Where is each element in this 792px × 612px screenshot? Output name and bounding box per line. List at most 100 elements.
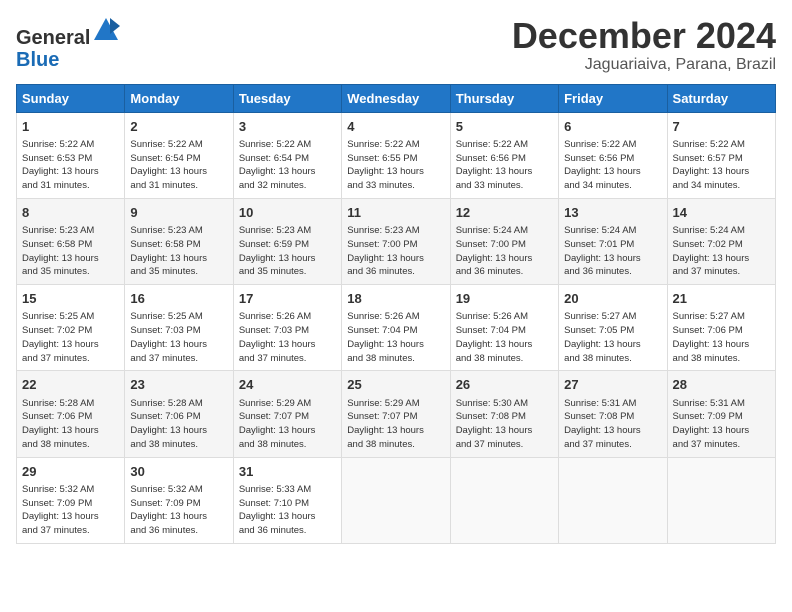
day-number: 24 <box>239 376 336 394</box>
day-cell: 28Sunrise: 5:31 AMSunset: 7:09 PMDayligh… <box>667 371 775 457</box>
day-number: 23 <box>130 376 227 394</box>
day-cell: 9 Sunrise: 5:23 AMSunset: 6:58 PMDaylight… <box>125 198 233 284</box>
day-cell: 12Sunrise: 5:24 AMSunset: 7:00 PMDayligh… <box>450 198 558 284</box>
day-cell: 30Sunrise: 5:32 AMSunset: 7:09 PMDayligh… <box>125 457 233 543</box>
day-number: 7 <box>673 118 770 136</box>
day-info: Sunrise: 5:25 AMSunset: 7:02 PMDaylight:… <box>22 310 119 365</box>
day-info: Sunrise: 5:22 AMSunset: 6:56 PMDaylight:… <box>564 138 661 193</box>
day-cell <box>559 457 667 543</box>
day-cell: 19 Sunrise: 5:26 AMSunset: 7:04 PMDayligh… <box>450 285 558 371</box>
day-number: 2 <box>130 118 227 136</box>
logo: General Blue <box>16 16 120 71</box>
day-cell: 21 Sunrise: 5:27 AMSunset: 7:06 PMDayligh… <box>667 285 775 371</box>
day-number: 11 <box>347 204 444 222</box>
day-info: Sunrise: 5:26 AMSunset: 7:03 PMDaylight:… <box>239 310 336 365</box>
day-number: 10 <box>239 204 336 222</box>
header-day-saturday: Saturday <box>667 84 775 112</box>
header-day-sunday: Sunday <box>17 84 125 112</box>
day-info: Sunrise: 5:26 AMSunset: 7:04 PMDaylight:… <box>456 310 553 365</box>
header-day-thursday: Thursday <box>450 84 558 112</box>
day-info: Sunrise: 5:28 AMSunset: 7:06 PMDaylight:… <box>130 397 227 452</box>
day-number: 5 <box>456 118 553 136</box>
day-cell: 10 Sunrise: 5:23 AMSunset: 6:59 PMDayligh… <box>233 198 341 284</box>
day-cell: 18 Sunrise: 5:26 AMSunset: 7:04 PMDayligh… <box>342 285 450 371</box>
header-day-tuesday: Tuesday <box>233 84 341 112</box>
calendar-table: SundayMondayTuesdayWednesdayThursdayFrid… <box>16 84 776 544</box>
day-number: 4 <box>347 118 444 136</box>
day-number: 8 <box>22 204 119 222</box>
day-number: 18 <box>347 290 444 308</box>
day-info: Sunrise: 5:27 AMSunset: 7:06 PMDaylight:… <box>673 310 770 365</box>
day-cell: 5 Sunrise: 5:22 AMSunset: 6:56 PMDaylight… <box>450 112 558 198</box>
week-row-1: 8 Sunrise: 5:23 AMSunset: 6:58 PMDaylight… <box>17 198 776 284</box>
day-info: Sunrise: 5:24 AMSunset: 7:02 PMDaylight:… <box>673 224 770 279</box>
day-info: Sunrise: 5:22 AMSunset: 6:56 PMDaylight:… <box>456 138 553 193</box>
day-info: Sunrise: 5:32 AMSunset: 7:09 PMDaylight:… <box>22 483 119 538</box>
day-info: Sunrise: 5:23 AMSunset: 6:58 PMDaylight:… <box>22 224 119 279</box>
week-row-3: 22 Sunrise: 5:28 AMSunset: 7:06 PMDayligh… <box>17 371 776 457</box>
week-row-0: 1 Sunrise: 5:22 AMSunset: 6:53 PMDaylight… <box>17 112 776 198</box>
logo-general: General <box>16 27 90 49</box>
day-number: 15 <box>22 290 119 308</box>
day-info: Sunrise: 5:22 AMSunset: 6:53 PMDaylight:… <box>22 138 119 193</box>
day-cell: 16Sunrise: 5:25 AMSunset: 7:03 PMDayligh… <box>125 285 233 371</box>
day-cell: 25Sunrise: 5:29 AMSunset: 7:07 PMDayligh… <box>342 371 450 457</box>
calendar-header-row: SundayMondayTuesdayWednesdayThursdayFrid… <box>17 84 776 112</box>
day-cell: 14 Sunrise: 5:24 AMSunset: 7:02 PMDayligh… <box>667 198 775 284</box>
day-cell <box>667 457 775 543</box>
location-title: Jaguariaiva, Parana, Brazil <box>512 56 776 74</box>
day-cell <box>450 457 558 543</box>
day-cell: 27 Sunrise: 5:31 AMSunset: 7:08 PMDayligh… <box>559 371 667 457</box>
day-cell: 15 Sunrise: 5:25 AMSunset: 7:02 PMDayligh… <box>17 285 125 371</box>
day-cell: 20 Sunrise: 5:27 AMSunset: 7:05 PMDayligh… <box>559 285 667 371</box>
day-number: 9 <box>130 204 227 222</box>
day-number: 19 <box>456 290 553 308</box>
header-day-friday: Friday <box>559 84 667 112</box>
day-info: Sunrise: 5:22 AMSunset: 6:54 PMDaylight:… <box>130 138 227 193</box>
day-info: Sunrise: 5:26 AMSunset: 7:04 PMDaylight:… <box>347 310 444 365</box>
day-info: Sunrise: 5:25 AMSunset: 7:03 PMDaylight:… <box>130 310 227 365</box>
day-cell: 22 Sunrise: 5:28 AMSunset: 7:06 PMDayligh… <box>17 371 125 457</box>
day-cell: 26 Sunrise: 5:30 AMSunset: 7:08 PMDayligh… <box>450 371 558 457</box>
day-cell: 1 Sunrise: 5:22 AMSunset: 6:53 PMDaylight… <box>17 112 125 198</box>
day-cell: 17Sunrise: 5:26 AMSunset: 7:03 PMDayligh… <box>233 285 341 371</box>
header-day-monday: Monday <box>125 84 233 112</box>
day-number: 22 <box>22 376 119 394</box>
day-cell: 24Sunrise: 5:29 AMSunset: 7:07 PMDayligh… <box>233 371 341 457</box>
day-info: Sunrise: 5:33 AMSunset: 7:10 PMDaylight:… <box>239 483 336 538</box>
day-info: Sunrise: 5:30 AMSunset: 7:08 PMDaylight:… <box>456 397 553 452</box>
day-number: 6 <box>564 118 661 136</box>
day-number: 26 <box>456 376 553 394</box>
day-info: Sunrise: 5:27 AMSunset: 7:05 PMDaylight:… <box>564 310 661 365</box>
week-row-4: 29 Sunrise: 5:32 AMSunset: 7:09 PMDayligh… <box>17 457 776 543</box>
day-info: Sunrise: 5:22 AMSunset: 6:55 PMDaylight:… <box>347 138 444 193</box>
day-number: 20 <box>564 290 661 308</box>
day-cell: 31 Sunrise: 5:33 AMSunset: 7:10 PMDayligh… <box>233 457 341 543</box>
day-cell: 7Sunrise: 5:22 AMSunset: 6:57 PMDaylight… <box>667 112 775 198</box>
day-info: Sunrise: 5:23 AMSunset: 6:59 PMDaylight:… <box>239 224 336 279</box>
day-cell: 6 Sunrise: 5:22 AMSunset: 6:56 PMDaylight… <box>559 112 667 198</box>
day-number: 21 <box>673 290 770 308</box>
day-number: 27 <box>564 376 661 394</box>
day-cell: 13Sunrise: 5:24 AMSunset: 7:01 PMDayligh… <box>559 198 667 284</box>
day-number: 3 <box>239 118 336 136</box>
day-info: Sunrise: 5:32 AMSunset: 7:09 PMDaylight:… <box>130 483 227 538</box>
logo-icon <box>92 16 120 44</box>
logo-blue: Blue <box>16 49 59 71</box>
day-cell: 4 Sunrise: 5:22 AMSunset: 6:55 PMDaylight… <box>342 112 450 198</box>
month-title: December 2024 <box>512 16 776 56</box>
day-info: Sunrise: 5:28 AMSunset: 7:06 PMDaylight:… <box>22 397 119 452</box>
day-number: 14 <box>673 204 770 222</box>
day-number: 29 <box>22 463 119 481</box>
day-info: Sunrise: 5:31 AMSunset: 7:08 PMDaylight:… <box>564 397 661 452</box>
day-number: 28 <box>673 376 770 394</box>
day-number: 1 <box>22 118 119 136</box>
day-cell: 23 Sunrise: 5:28 AMSunset: 7:06 PMDayligh… <box>125 371 233 457</box>
week-row-2: 15 Sunrise: 5:25 AMSunset: 7:02 PMDayligh… <box>17 285 776 371</box>
day-cell: 3Sunrise: 5:22 AMSunset: 6:54 PMDaylight… <box>233 112 341 198</box>
page-header: General Blue December 2024 Jaguariaiva, … <box>16 16 776 74</box>
day-number: 31 <box>239 463 336 481</box>
day-info: Sunrise: 5:23 AMSunset: 6:58 PMDaylight:… <box>130 224 227 279</box>
day-cell <box>342 457 450 543</box>
day-info: Sunrise: 5:23 AMSunset: 7:00 PMDaylight:… <box>347 224 444 279</box>
